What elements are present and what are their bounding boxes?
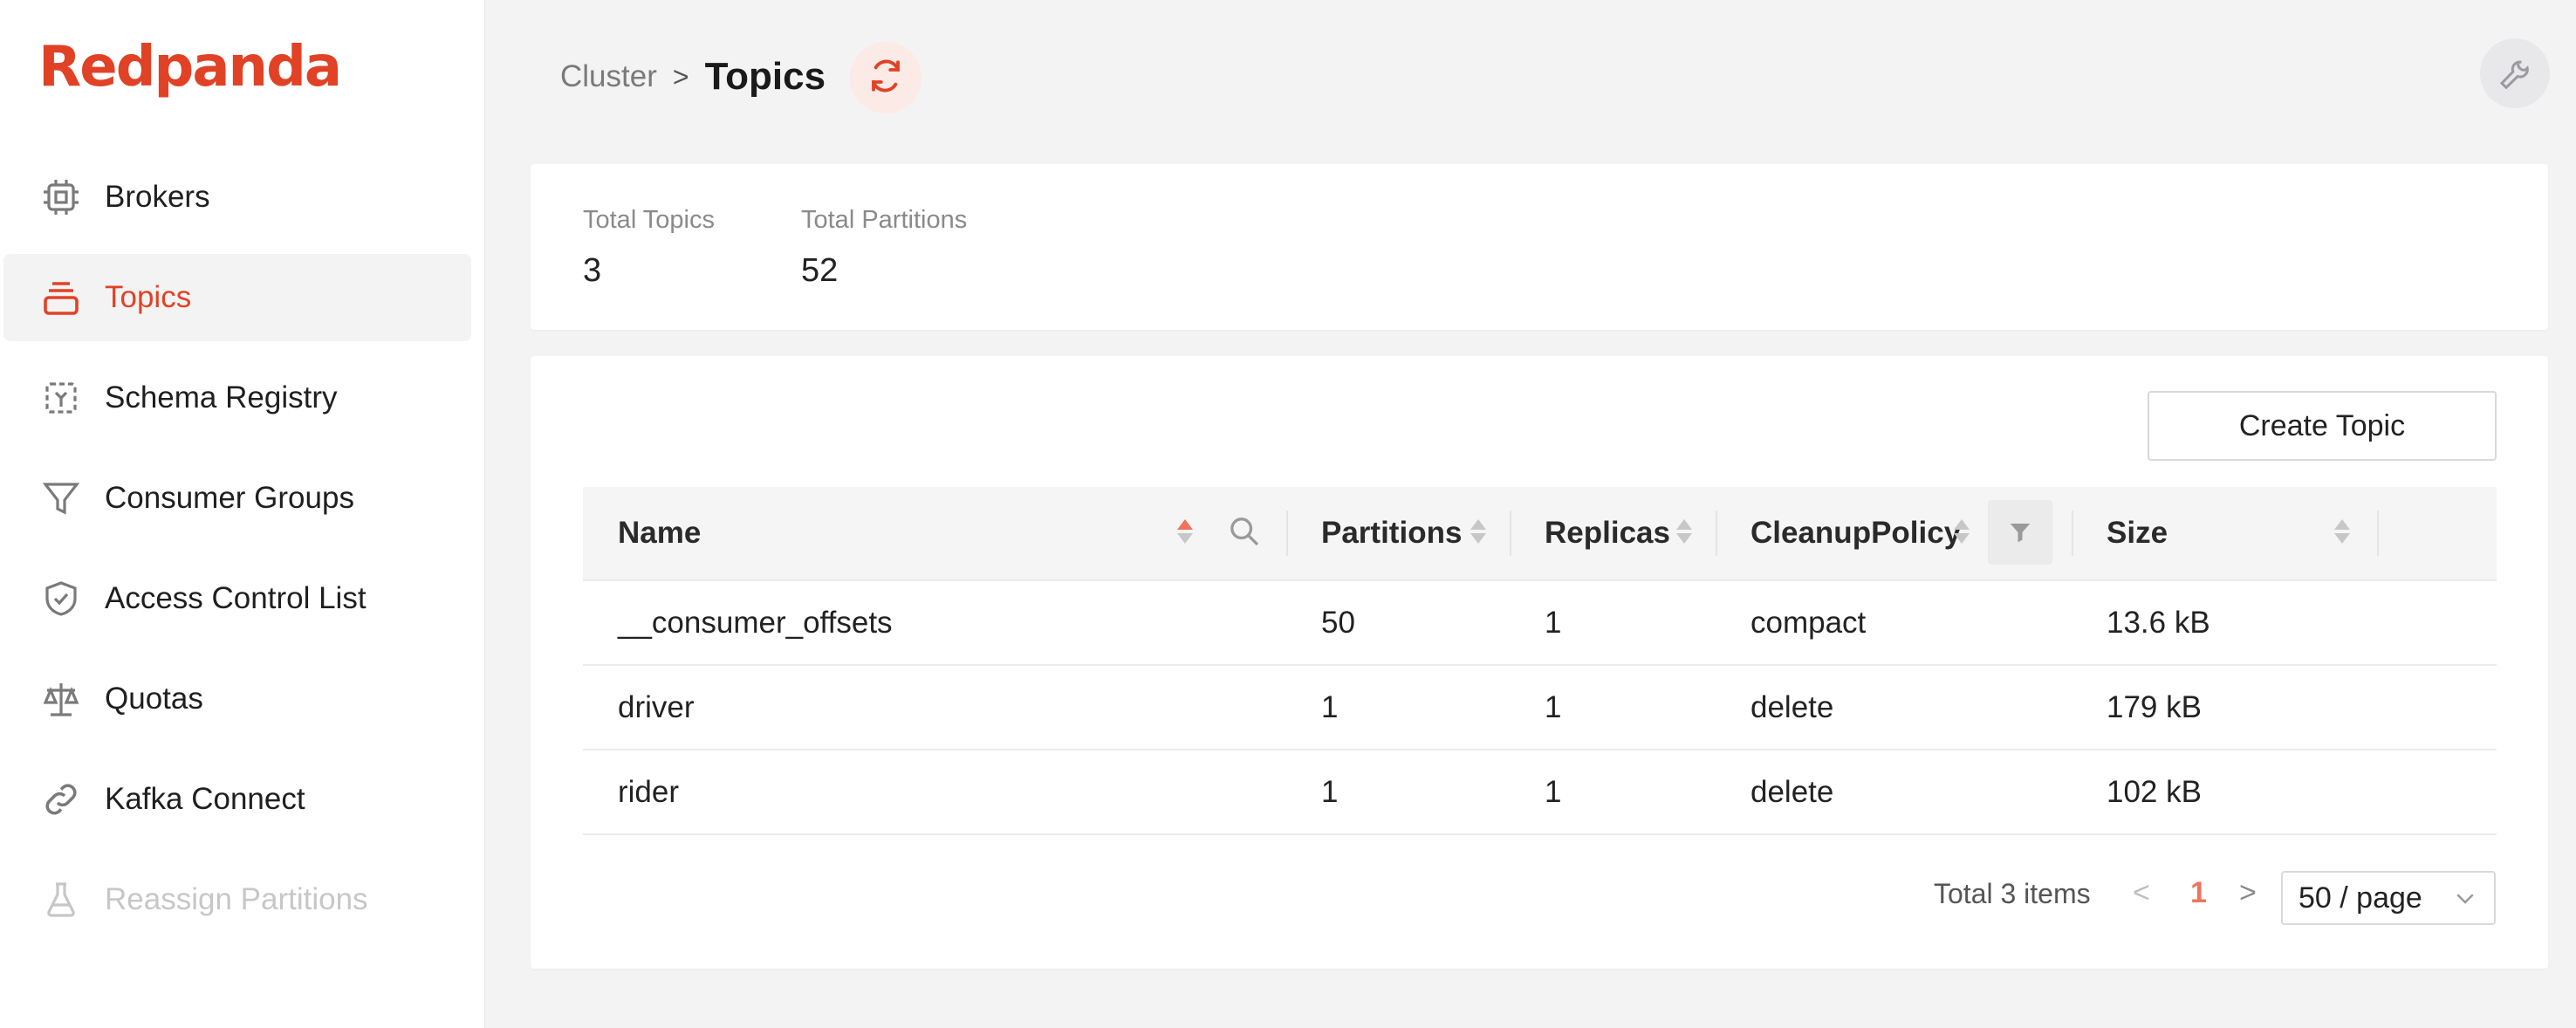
sidebar-item-consumer-groups[interactable]: Consumer Groups [3, 455, 471, 542]
replicas-cell: 1 [1545, 689, 1562, 724]
size-cell: 179 kB [2107, 689, 2202, 724]
breadcrumb-cluster-link[interactable]: Cluster [560, 59, 657, 94]
filter-icon[interactable] [1988, 500, 2052, 565]
sidebar-item-schema-registry[interactable]: Schema Registry [3, 354, 471, 442]
sort-icon[interactable] [1675, 516, 1693, 547]
sidebar-item-label: Reassign Partitions [105, 882, 368, 916]
sort-icon[interactable] [1470, 516, 1487, 547]
sidebar-item-label: Access Control List [105, 581, 367, 615]
stat-label: Total Topics [583, 206, 715, 234]
settings-button[interactable] [2480, 38, 2550, 108]
sidebar-item-topics[interactable]: Topics [3, 254, 471, 341]
sidebar-item-label: Schema Registry [105, 380, 338, 415]
pagination-prev-button[interactable]: < [2133, 876, 2150, 910]
stat-label: Total Partitions [801, 206, 968, 234]
size-cell: 13.6 kB [2107, 605, 2210, 640]
shield-check-icon [38, 576, 84, 621]
topic-name-cell[interactable]: driver [583, 690, 1286, 725]
wrench-icon [2497, 54, 2532, 93]
breadcrumb-separator: > [672, 60, 689, 93]
refresh-icon [867, 58, 904, 99]
sidebar-item-label: Quotas [105, 682, 203, 716]
column-label: Name [618, 516, 702, 550]
partitions-cell: 1 [1321, 689, 1339, 724]
column-header-partitions[interactable]: Partitions [1286, 486, 1510, 580]
table-row[interactable]: __consumer_offsets 50 1 compact 13.6 kB [583, 581, 2497, 666]
column-label: Partitions [1321, 516, 1463, 550]
sidebar-item-label: Brokers [105, 180, 210, 214]
pagination-page-1[interactable]: 1 [2190, 876, 2207, 910]
cleanup-policy-cell: delete [1750, 774, 1834, 809]
stat-value: 52 [801, 252, 839, 289]
stat-value: 3 [583, 252, 602, 289]
topic-name-cell[interactable]: __consumer_offsets [583, 606, 1286, 641]
column-header-replicas[interactable]: Replicas [1510, 486, 1716, 580]
flask-icon [38, 877, 84, 922]
sidebar-item-brokers[interactable]: Brokers [3, 154, 471, 241]
sidebar-item-reassign-partitions: Reassign Partitions [3, 856, 471, 943]
table-row[interactable]: rider 1 1 delete 102 kB [583, 750, 2497, 835]
sidebar-item-access-control-list[interactable]: Access Control List [3, 555, 471, 642]
topics-table-card: Create Topic Name Partitions Replicas Cl… [531, 356, 2548, 969]
stack-icon [38, 275, 84, 320]
chevron-down-icon [2452, 885, 2478, 919]
page-title: Topics [704, 55, 826, 98]
sidebar-item-label: Consumer Groups [105, 481, 354, 515]
funnel-icon [38, 476, 84, 521]
page-size-value: 50 / page [2299, 881, 2422, 915]
pagination: Total 3 items < 1 > 50 / page [531, 871, 2548, 925]
partitions-cell: 50 [1321, 605, 1355, 640]
cleanup-policy-cell: delete [1750, 689, 1834, 724]
topic-name-cell[interactable]: rider [583, 775, 1286, 810]
column-header-name[interactable]: Name [583, 486, 1286, 580]
create-topic-button[interactable]: Create Topic [2148, 391, 2497, 461]
column-label: CleanupPolicy [1750, 516, 1962, 550]
table-row[interactable]: driver 1 1 delete 179 kB [583, 666, 2497, 750]
column-header-actions [2377, 486, 2497, 580]
stats-card: Total Topics 3 Total Partitions 52 [531, 164, 2548, 330]
pagination-total: Total 3 items [1934, 878, 2091, 909]
column-label: Size [2107, 516, 2168, 550]
redpanda-logo[interactable]: Redpanda [38, 35, 342, 99]
size-cell: 102 kB [2107, 774, 2202, 809]
partitions-cell: 1 [1321, 774, 1339, 809]
pagination-next-button[interactable]: > [2239, 876, 2257, 910]
table-header: Name Partitions Replicas CleanupPolicy S… [583, 487, 2497, 581]
sidebar-nav: Brokers Topics Schema Registry Consumer … [0, 154, 485, 956]
topics-table: Name Partitions Replicas CleanupPolicy S… [583, 487, 2497, 835]
sidebar-item-label: Kafka Connect [105, 782, 305, 816]
refresh-button[interactable] [850, 42, 921, 113]
column-header-size[interactable]: Size [2072, 486, 2377, 580]
replicas-cell: 1 [1545, 774, 1562, 809]
cleanup-policy-cell: compact [1750, 605, 1867, 640]
cpu-chip-icon [38, 175, 84, 220]
breadcrumb: Cluster > Topics [560, 51, 826, 103]
schema-icon [38, 375, 84, 421]
column-header-cleanup-policy[interactable]: CleanupPolicy [1716, 486, 2072, 580]
sort-icon[interactable] [1176, 516, 1194, 547]
sidebar-item-kafka-connect[interactable]: Kafka Connect [3, 756, 471, 843]
sort-icon[interactable] [1953, 516, 1970, 547]
page-size-select[interactable]: 50 / page [2281, 871, 2496, 925]
sidebar: Redpanda Brokers Topics Schema Registry … [0, 0, 485, 1028]
stat-total-topics: Total Topics 3 [583, 206, 715, 290]
scale-icon [38, 676, 84, 722]
sidebar-item-label: Topics [105, 280, 192, 314]
sort-icon[interactable] [2333, 516, 2351, 547]
replicas-cell: 1 [1545, 605, 1562, 640]
stat-total-partitions: Total Partitions 52 [801, 206, 967, 290]
column-label: Replicas [1545, 516, 1670, 550]
sidebar-item-quotas[interactable]: Quotas [3, 655, 471, 743]
link-icon [38, 777, 84, 822]
search-icon[interactable] [1227, 514, 1262, 557]
